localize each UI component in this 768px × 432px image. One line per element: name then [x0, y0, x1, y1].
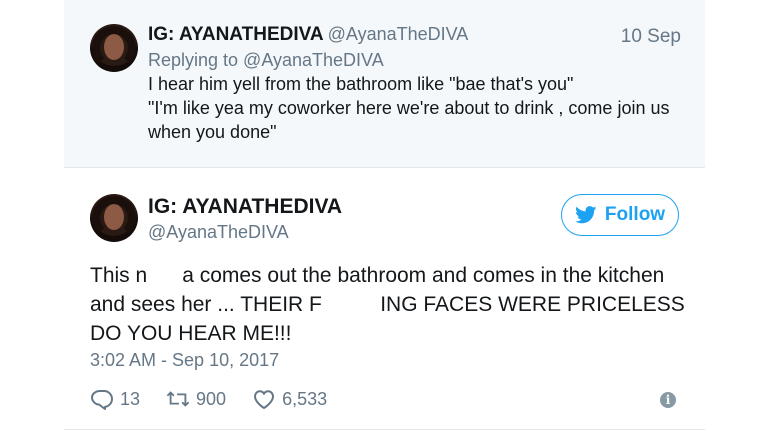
reply-date[interactable]: 10 Sep: [621, 26, 681, 48]
avatar-hair: [92, 26, 136, 70]
retweet-icon: [166, 391, 190, 407]
avatar[interactable]: [90, 194, 138, 242]
tweet-text-line: and sees her ... THEIR F ING FACES WERE …: [90, 293, 685, 316]
tweet-text: This n a comes out the bathroom and come…: [90, 261, 685, 348]
reply-count: 13: [120, 388, 141, 409]
reply-handle[interactable]: @AyanaTheDIVA: [328, 24, 469, 44]
avatar[interactable]: [90, 24, 138, 72]
author-display-name[interactable]: IG: AYANATHEDIVA: [148, 195, 342, 219]
follow-button[interactable]: Follow: [561, 194, 679, 236]
reply-text: I hear him yell from the bathroom like "…: [148, 72, 670, 144]
retweet-button[interactable]: 900: [166, 388, 226, 410]
tweet-embed-card: IG: AYANATHEDIVA @AyanaTheDIVA 10 Sep Rep…: [64, 0, 705, 432]
reply-icon: [91, 390, 113, 410]
twitter-bird-icon: [575, 206, 597, 224]
retweet-count: 900: [196, 388, 227, 409]
avatar-hair: [92, 196, 136, 240]
like-button[interactable]: 6,533: [252, 388, 327, 410]
tweet-text-line: DO YOU HEAR ME!!!: [90, 322, 292, 345]
reply-text-line: I hear him yell from the bathroom like "…: [148, 74, 574, 94]
author-handle[interactable]: @AyanaTheDIVA: [148, 222, 289, 243]
tweet-text-line: This n a comes out the bathroom and come…: [90, 264, 665, 287]
tweet-timestamp[interactable]: 3:02 AM - Sep 10, 2017: [90, 350, 279, 371]
heart-icon: [254, 390, 275, 409]
parent-tweet[interactable]: IG: AYANATHEDIVA @AyanaTheDIVA 10 Sep Rep…: [64, 0, 705, 168]
like-count: 6,533: [282, 388, 328, 409]
follow-label: Follow: [604, 204, 666, 225]
reply-author[interactable]: IG: AYANATHEDIVA @AyanaTheDIVA: [148, 24, 468, 46]
reply-button[interactable]: 13: [90, 388, 140, 410]
reply-text-line: when you done": [148, 122, 277, 142]
replying-to[interactable]: Replying to @AyanaTheDIVA: [148, 50, 384, 71]
tweet-actions: 13 900 6,533: [90, 386, 353, 412]
reply-display-name[interactable]: IG: AYANATHEDIVA: [148, 24, 324, 45]
card-bottom-border: [64, 429, 705, 430]
info-icon[interactable]: i: [660, 392, 676, 408]
reply-text-line: "I'm like yea my coworker here we're abo…: [148, 98, 670, 118]
